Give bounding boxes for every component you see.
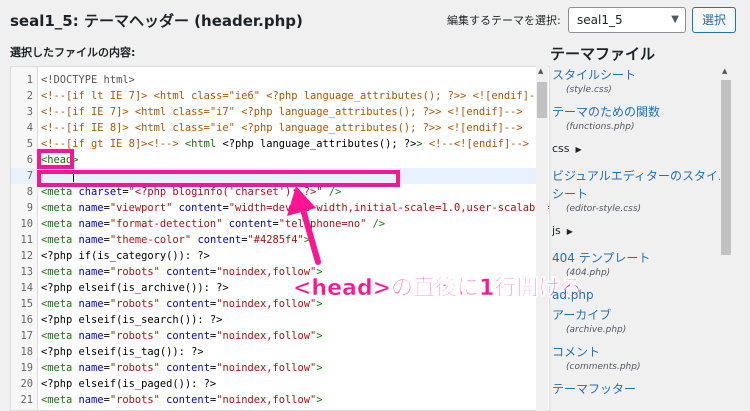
file-list-item: スタイルシート (style.css) bbox=[552, 66, 732, 97]
file-list-item: 404 テンプレート (404.php) bbox=[552, 249, 732, 280]
file-list-item: アーカイブ (archive.php) bbox=[552, 306, 732, 337]
file-link[interactable]: ビジュアルエディターのスタイルシート bbox=[552, 167, 732, 203]
caret-right-icon: ▶ bbox=[575, 145, 582, 154]
annotation-label: <head>の直後に1行開ける bbox=[293, 276, 583, 302]
file-link[interactable]: アーカイブ bbox=[552, 306, 732, 324]
theme-file-list: スタイルシート (style.css) テーマのための関数 (functions.ph… bbox=[552, 66, 732, 411]
file-list-scrollbar[interactable]: ▲ bbox=[720, 66, 732, 411]
file-link[interactable]: テーマのための関数 bbox=[552, 103, 732, 121]
file-list-item: コメント (comments.php) bbox=[552, 343, 732, 374]
file-link[interactable]: コメント bbox=[552, 343, 732, 361]
file-list-item: ビジュアルエディターのスタイルシート (editor-style.css) bbox=[552, 167, 732, 216]
file-list-scrollbar-thumb[interactable] bbox=[721, 80, 731, 255]
file-list-item: テーマのための関数 (functions.php) bbox=[552, 103, 732, 134]
file-folder[interactable]: css ▶ bbox=[552, 140, 732, 159]
caret-right-icon: ▶ bbox=[566, 227, 573, 236]
file-name: (editor-style.css) bbox=[566, 204, 642, 214]
file-list-item: テーマフッター bbox=[552, 380, 732, 398]
file-name: (comments.php) bbox=[566, 362, 641, 372]
file-name: (404.php) bbox=[566, 268, 611, 278]
scroll-up-icon: ▲ bbox=[722, 67, 728, 75]
file-link[interactable]: テーマフッター bbox=[552, 380, 732, 398]
file-list-item: ad.php bbox=[552, 286, 732, 304]
file-name: (archive.php) bbox=[566, 325, 627, 335]
file-link[interactable]: スタイルシート bbox=[552, 66, 732, 84]
file-folder[interactable]: js ▶ bbox=[552, 222, 732, 241]
file-name: (functions.php) bbox=[566, 122, 635, 132]
file-link[interactable]: 404 テンプレート bbox=[552, 249, 732, 267]
file-link[interactable]: ad.php bbox=[552, 286, 732, 304]
file-name: (style.css) bbox=[566, 85, 612, 95]
